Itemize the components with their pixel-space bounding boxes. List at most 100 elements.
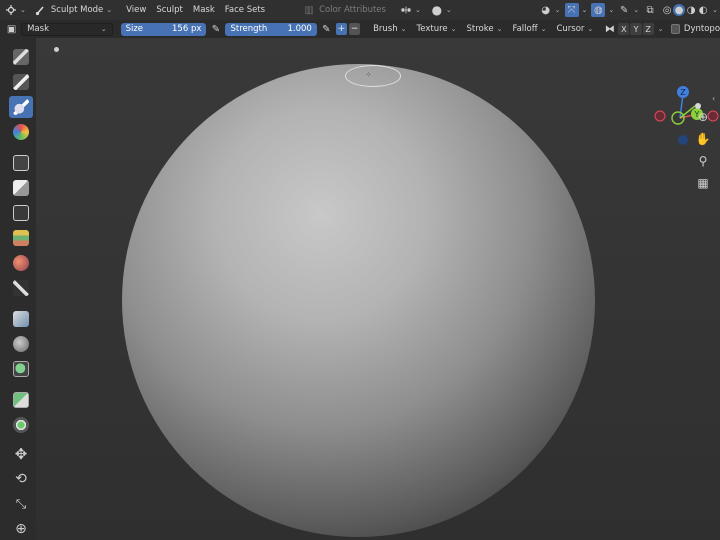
tool-box-mask[interactable] — [9, 152, 33, 174]
tool-paint[interactable] — [9, 121, 33, 143]
size-value: 156 px — [172, 24, 202, 34]
chevron-down-icon: ⌄ — [20, 6, 26, 14]
overlays-toggle[interactable]: ◍ ⌄ — [589, 0, 616, 20]
sculpt-sphere[interactable] — [122, 64, 595, 537]
tool-icon: ▣ — [6, 23, 17, 35]
symmetry-icon — [400, 4, 412, 16]
pivot-dot-icon: ● — [431, 3, 443, 17]
cursor-menu[interactable]: Cursor ⌄ — [551, 24, 598, 34]
brush-selector[interactable]: Mask ⌄ — [21, 22, 113, 36]
eye-icon: ◕ — [541, 4, 550, 16]
tool-line-project[interactable] — [9, 252, 33, 274]
mask-by-color-icon — [13, 392, 29, 408]
menu-mask-label: Mask — [192, 5, 215, 15]
falloff-menu-label: Falloff — [512, 24, 538, 34]
zoom-icon[interactable]: ⊕ — [694, 108, 712, 126]
box-hide-icon — [13, 180, 29, 196]
chevron-down-icon: ⌄ — [554, 6, 561, 14]
xray-toggle[interactable]: ⧉ — [641, 0, 659, 20]
menu-face-sets-label: Face Sets — [224, 5, 266, 15]
material-shading-icon[interactable]: ◑ — [685, 4, 697, 16]
tool-rotate[interactable]: ⟲ — [9, 468, 33, 490]
tool-move[interactable]: ✥ — [9, 443, 33, 465]
chevron-down-icon: ⌄ — [400, 25, 407, 33]
brush-cursor-center-icon: ⊹ — [366, 71, 372, 78]
tool-scale[interactable]: ⤡ — [9, 493, 33, 515]
tool-transform[interactable]: ⊕ — [9, 518, 33, 540]
pivot-selector[interactable]: ● ⌄ — [426, 0, 457, 20]
menu-sculpt-label: Sculpt — [156, 5, 183, 15]
pencil-icon: ✎ — [620, 4, 629, 16]
brush-menu-label: Brush — [373, 24, 398, 34]
strength-field[interactable]: Strength 1.000 — [225, 22, 317, 36]
rotate-icon: ⟲ — [15, 471, 27, 487]
tool-mask[interactable] — [9, 96, 33, 118]
transform-icon: ⊕ — [15, 521, 27, 537]
chevron-down-icon[interactable]: ⌄ — [658, 25, 664, 33]
symmetry-selector[interactable]: ⌄ — [395, 0, 426, 20]
tool-mesh-filter[interactable] — [9, 277, 33, 299]
edit-face-set-icon — [13, 361, 29, 377]
subtract-mode-button[interactable]: − — [349, 23, 361, 35]
3d-viewport[interactable]: ⊹ Z Y ‹ ⊕ ✋ ⚲ ▦ — [0, 38, 720, 540]
menu-view[interactable]: View — [121, 0, 151, 20]
tool-settings-bar: ▣ Mask ⌄ Size 156 px ✎ Strength 1.000 ✎ … — [0, 20, 720, 38]
mirror-z-toggle[interactable]: Z — [642, 23, 654, 35]
chevron-down-icon: ⌄ — [445, 6, 452, 14]
shading-modes[interactable]: ◎ ● ◑ ◐ ⌄ — [659, 0, 720, 20]
stroke-menu[interactable]: Stroke ⌄ — [462, 24, 508, 34]
texture-menu[interactable]: Texture ⌄ — [412, 24, 462, 34]
add-mode-button[interactable]: + — [335, 23, 347, 35]
menu-view-label: View — [126, 5, 147, 15]
tool-face-set-pick[interactable] — [9, 414, 33, 436]
face-set-pick-icon — [13, 417, 29, 433]
move-icon: ✥ — [14, 445, 28, 463]
mesh-edit-overlay[interactable]: ✎ ⌄ — [616, 0, 641, 20]
menu-face-sets[interactable]: Face Sets — [220, 0, 270, 20]
tool-box-face-set[interactable] — [9, 202, 33, 224]
camera-view-icon[interactable]: ⚲ — [694, 152, 712, 170]
pressure-pen-icon[interactable]: ✎ — [321, 23, 332, 35]
box-face-set-icon — [13, 205, 29, 221]
dyntopo-checkbox[interactable] — [670, 24, 680, 34]
mesh-filter-icon — [13, 280, 29, 296]
sidebar-expand-icon[interactable]: ‹ — [712, 94, 715, 103]
gizmo-toggle[interactable]: ⤧ ⌄ — [563, 0, 590, 20]
color-attributes-selector[interactable]: ▥ Color Attributes — [298, 0, 391, 20]
menu-sculpt[interactable]: Sculpt — [151, 0, 188, 20]
tool-cloth-filter[interactable] — [9, 308, 33, 330]
solid-shading-icon[interactable]: ● — [673, 4, 686, 16]
tool-shelf: ✥ ⟲ ⤡ ⊕ — [0, 38, 36, 540]
gizmo-z-axis-neg[interactable] — [678, 135, 688, 145]
tool-box-hide[interactable] — [9, 177, 33, 199]
overlays-icon: ◍ — [591, 3, 606, 17]
brush-menu[interactable]: Brush ⌄ — [368, 24, 411, 34]
draw-brush-icon — [13, 49, 29, 65]
pan-hand-icon[interactable]: ✋ — [694, 130, 712, 148]
size-field[interactable]: Size 156 px — [120, 22, 207, 36]
rendered-shading-icon[interactable]: ◐ — [697, 4, 709, 16]
editor-type-selector[interactable]: ⌄ — [0, 0, 31, 20]
gizmo-x-axis-neg[interactable] — [654, 110, 666, 122]
mode-selector[interactable]: Sculpt Mode ⌄ — [31, 0, 117, 20]
tool-box-trim[interactable] — [9, 227, 33, 249]
wireframe-shading-icon[interactable]: ◎ — [661, 4, 673, 16]
tool-draw[interactable] — [9, 46, 33, 68]
menu-mask[interactable]: Mask — [188, 0, 220, 20]
stroke-menu-label: Stroke — [466, 24, 494, 34]
tool-draw-sharp[interactable] — [9, 71, 33, 93]
cursor-menu-label: Cursor — [556, 24, 585, 34]
pressure-pen-icon[interactable]: ✎ — [210, 23, 221, 35]
mirror-x-toggle[interactable]: X — [618, 23, 630, 35]
tool-mask-by-color[interactable] — [9, 389, 33, 411]
tool-edit-face-set[interactable] — [9, 358, 33, 380]
tool-color-filter[interactable] — [9, 333, 33, 355]
visibility-selector[interactable]: ◕ ⌄ — [538, 0, 563, 20]
perspective-grid-icon[interactable]: ▦ — [694, 174, 712, 192]
editor-header: ⌄ Sculpt Mode ⌄ View Sculpt Mask Face Se… — [0, 0, 720, 20]
chevron-down-icon: ⌄ — [450, 25, 457, 33]
mirror-y-toggle[interactable]: Y — [630, 23, 642, 35]
color-filter-icon — [13, 336, 29, 352]
falloff-menu[interactable]: Falloff ⌄ — [507, 24, 551, 34]
sculpt-brush-icon — [35, 4, 47, 16]
